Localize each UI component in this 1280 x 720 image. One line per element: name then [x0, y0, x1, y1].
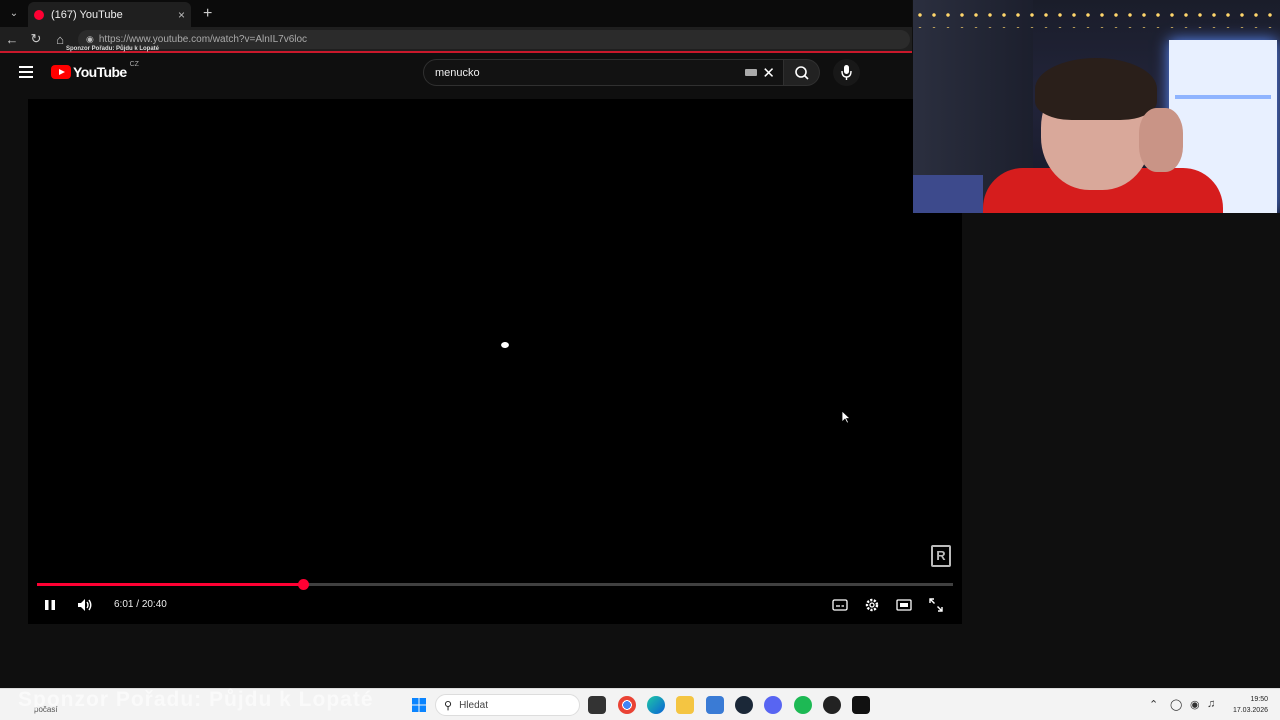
menu-hamburger-icon[interactable]	[19, 66, 33, 78]
tab-search-icon[interactable]: ⌄	[3, 3, 25, 25]
tray-overflow-icon[interactable]: ⌃	[1149, 698, 1158, 711]
search-button[interactable]	[784, 59, 820, 86]
new-tab-button[interactable]: +	[203, 5, 212, 23]
youtube-favicon-icon	[34, 9, 44, 20]
country-code: CZ	[129, 60, 139, 68]
theater-mode-icon	[896, 599, 912, 611]
wifi-icon[interactable]: ◉	[1190, 698, 1200, 711]
url-host: https://www.youtube.com	[98, 33, 211, 45]
volume-button[interactable]	[74, 593, 96, 617]
speaker-icon[interactable]: ♫	[1207, 698, 1215, 710]
duration: 20:40	[141, 599, 167, 610]
subtitles-icon	[832, 599, 848, 611]
clear-search-icon[interactable]: ✕	[762, 64, 775, 82]
youtube-header: YouTube CZ menucko ✕	[0, 55, 912, 93]
spotify-icon[interactable]	[794, 696, 812, 714]
edge-icon[interactable]	[647, 696, 665, 714]
taskbar-search-placeholder: Hledat	[459, 699, 488, 711]
taskbar-search[interactable]: ⚲ Hledat	[435, 694, 580, 716]
sponsor-overlay-text: Sponzor Pořadu: Půjdu k Lopaté	[66, 46, 159, 52]
search-icon	[795, 66, 809, 80]
clock-time: 19:50	[1250, 696, 1268, 703]
windows-logo-icon	[412, 698, 426, 712]
browser-tabstrip: ⌄ (167) YouTube × +	[0, 0, 912, 27]
gear-icon	[865, 598, 879, 612]
system-clock[interactable]: 19:50 17.03.2026	[1226, 694, 1268, 716]
microphone-icon	[841, 65, 852, 80]
volume-icon	[78, 599, 92, 611]
keyboard-icon[interactable]	[745, 69, 757, 76]
loading-spinner-icon	[499, 340, 511, 350]
steam-icon[interactable]	[735, 696, 753, 714]
url-path: /watch?v=AlnIL7v6loc	[210, 33, 308, 45]
search-icon: ⚲	[444, 699, 453, 712]
notepad-icon[interactable]	[706, 696, 724, 714]
youtube-logo[interactable]: YouTube CZ	[51, 60, 139, 80]
capcut-icon[interactable]	[852, 696, 870, 714]
progress-fill	[37, 583, 303, 586]
chrome-icon[interactable]	[618, 696, 636, 714]
progress-bar[interactable]	[37, 579, 953, 590]
sponsor-watermark: Sponzor Pořadu: Půjdu k Lopaté	[18, 688, 374, 711]
channel-watermark[interactable]: R	[931, 545, 951, 567]
voice-search-button[interactable]	[833, 59, 860, 86]
clock-date: 17.03.2026	[1232, 707, 1268, 714]
streamer-hair	[1035, 58, 1157, 120]
home-icon[interactable]: ⌂	[48, 32, 72, 47]
pause-button[interactable]	[40, 593, 60, 617]
tray-microphone-icon[interactable]: ◯	[1170, 698, 1182, 711]
logo-text: YouTube	[73, 64, 127, 80]
back-arrow-icon[interactable]: ←	[0, 32, 24, 47]
time-display: 6:01 / 20:40	[114, 599, 167, 610]
current-time: 6:01	[114, 599, 134, 610]
time-separator: /	[133, 599, 142, 610]
pause-icon	[45, 600, 55, 610]
file-explorer-icon[interactable]	[676, 696, 694, 714]
mouse-cursor-icon	[841, 410, 851, 424]
streamer-hand	[1139, 108, 1183, 172]
tab-title: (167) YouTube	[51, 8, 123, 21]
subtitles-button[interactable]	[830, 593, 850, 617]
fullscreen-button[interactable]	[926, 593, 946, 617]
reload-icon[interactable]: ↻	[24, 31, 48, 47]
start-button[interactable]	[410, 696, 428, 714]
search-value: menucko	[435, 66, 480, 79]
discord-icon[interactable]	[764, 696, 782, 714]
search-input[interactable]: menucko ✕	[423, 59, 784, 86]
task-view-icon[interactable]	[588, 696, 606, 714]
progress-scrubber[interactable]	[297, 579, 309, 590]
video-player[interactable]: R 6:01 / 20:40	[28, 99, 962, 624]
theater-mode-button[interactable]	[894, 593, 914, 617]
settings-button[interactable]	[862, 593, 882, 617]
youtube-play-icon	[51, 65, 71, 79]
webcam-bed	[913, 175, 983, 213]
site-info-icon[interactable]: ◉	[86, 34, 94, 45]
string-lights	[913, 8, 1280, 28]
tab-close-icon[interactable]: ×	[178, 8, 185, 22]
webcam-overlay	[913, 0, 1280, 213]
address-bar[interactable]: ◉ https://www.youtube.com/watch?v=AlnIL7…	[78, 29, 910, 49]
tab-youtube[interactable]: (167) YouTube ×	[28, 2, 191, 27]
red-dot-app-icon[interactable]	[823, 696, 841, 714]
fullscreen-exit-icon	[929, 598, 943, 612]
